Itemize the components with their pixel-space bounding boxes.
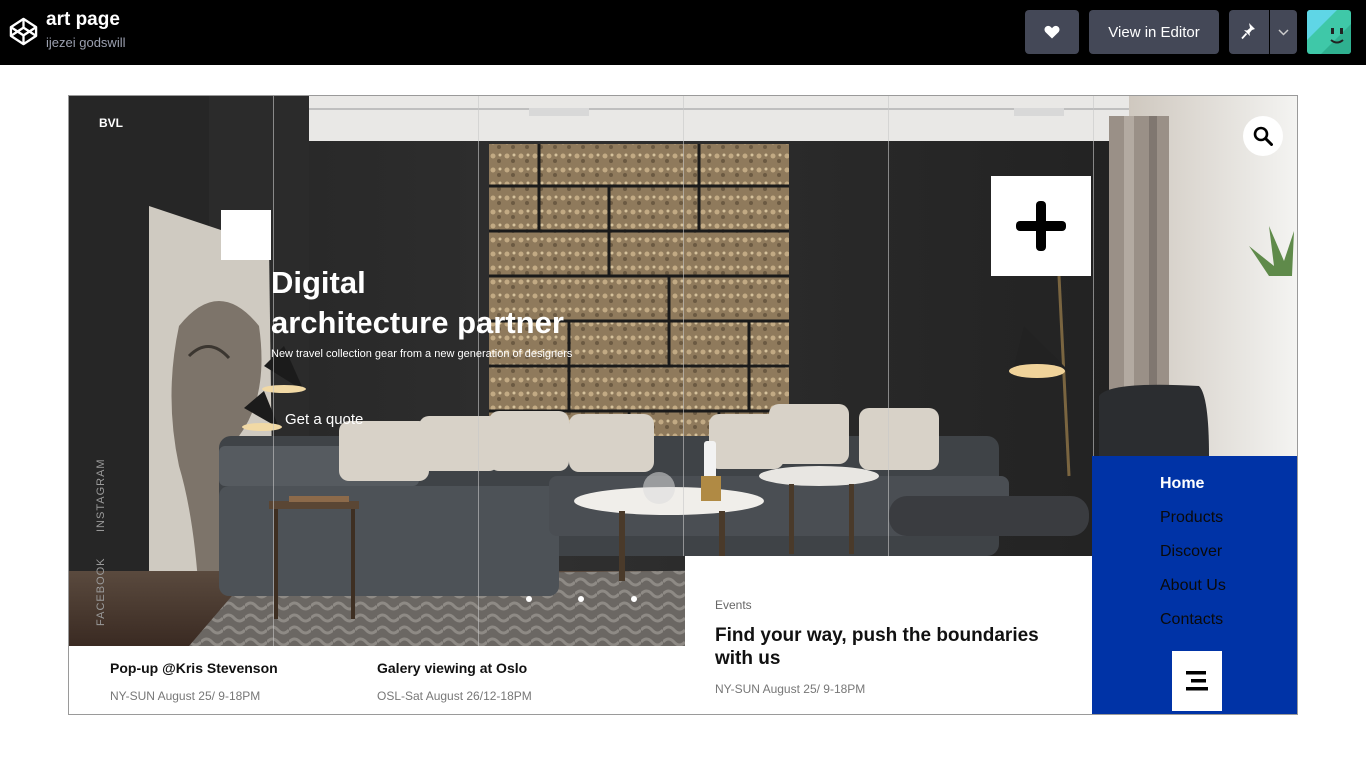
grid-line	[273, 96, 274, 646]
slider-dot[interactable]	[526, 596, 532, 602]
grid-line	[1093, 96, 1094, 456]
codepen-header: art page ijezei godswill View in Editor	[0, 0, 1366, 65]
instagram-link[interactable]: INSTAGRAM	[95, 458, 107, 532]
card-tag: Events	[715, 598, 752, 612]
pin-icon	[1241, 23, 1255, 40]
event-item[interactable]: Galery viewing at Oslo OSL-Sat August 26…	[377, 660, 532, 703]
like-button[interactable]	[1025, 10, 1079, 54]
card-date: NY-SUN August 25/ 9-18PM	[715, 682, 866, 696]
hero-title-line-2: architecture partner	[271, 305, 564, 340]
user-avatar[interactable]	[1307, 10, 1351, 54]
view-in-editor-button[interactable]: View in Editor	[1089, 10, 1219, 54]
event-date: NY-SUN August 25/ 9-18PM	[110, 689, 261, 703]
search-icon	[1253, 126, 1273, 146]
event-item[interactable]: Pop-up @Kris Stevenson NY-SUN August 25/…	[110, 660, 278, 703]
decorative-square	[221, 210, 271, 260]
pen-title: art page	[46, 9, 120, 30]
grid-line	[478, 96, 479, 646]
add-button[interactable]	[991, 176, 1091, 276]
grid-line	[888, 96, 889, 556]
slider-dot[interactable]	[578, 596, 584, 602]
search-button[interactable]	[1243, 116, 1283, 156]
nav-item-home[interactable]: Home	[1160, 475, 1204, 493]
hamburger-menu-icon	[1186, 671, 1208, 691]
slider-dot[interactable]	[631, 596, 637, 602]
hero-subtitle: New travel collection gear from a new ge…	[271, 348, 573, 360]
facebook-link[interactable]: FACEBOOK	[95, 557, 107, 626]
pen-author[interactable]: ijezei godswill	[46, 35, 125, 50]
menu-button[interactable]	[1172, 651, 1222, 711]
nav-item-contacts[interactable]: Contacts	[1160, 611, 1223, 629]
brand-logo[interactable]: BVL	[99, 116, 123, 130]
plus-icon	[1016, 201, 1066, 251]
hero-title-line-1: Digital	[271, 265, 366, 300]
featured-event-card[interactable]: Events Find your way, push the boundarie…	[685, 556, 1092, 714]
preview-frame: BVL Digital architecture partner New tra…	[68, 95, 1298, 715]
event-date: OSL-Sat August 26/12-18PM	[377, 689, 532, 703]
card-title: Find your way, push the boundaries with …	[715, 625, 1039, 669]
nav-item-products[interactable]: Products	[1160, 509, 1223, 527]
event-title: Galery viewing at Oslo	[377, 660, 528, 676]
nav-item-about-us[interactable]: About Us	[1160, 577, 1226, 595]
nav-item-discover[interactable]: Discover	[1160, 543, 1222, 561]
event-title: Pop-up @Kris Stevenson	[110, 660, 278, 676]
chevron-down-icon	[1278, 28, 1289, 36]
get-quote-button[interactable]: Get a quote	[285, 411, 363, 428]
codepen-logo-icon[interactable]	[8, 16, 39, 47]
heart-icon	[1044, 25, 1060, 39]
side-navigation: Home Products Discover About Us Contacts	[1092, 456, 1297, 714]
hero-title: Digital architecture partner	[271, 263, 691, 343]
pin-dropdown-button[interactable]	[1270, 10, 1297, 54]
pin-button[interactable]	[1229, 10, 1269, 54]
